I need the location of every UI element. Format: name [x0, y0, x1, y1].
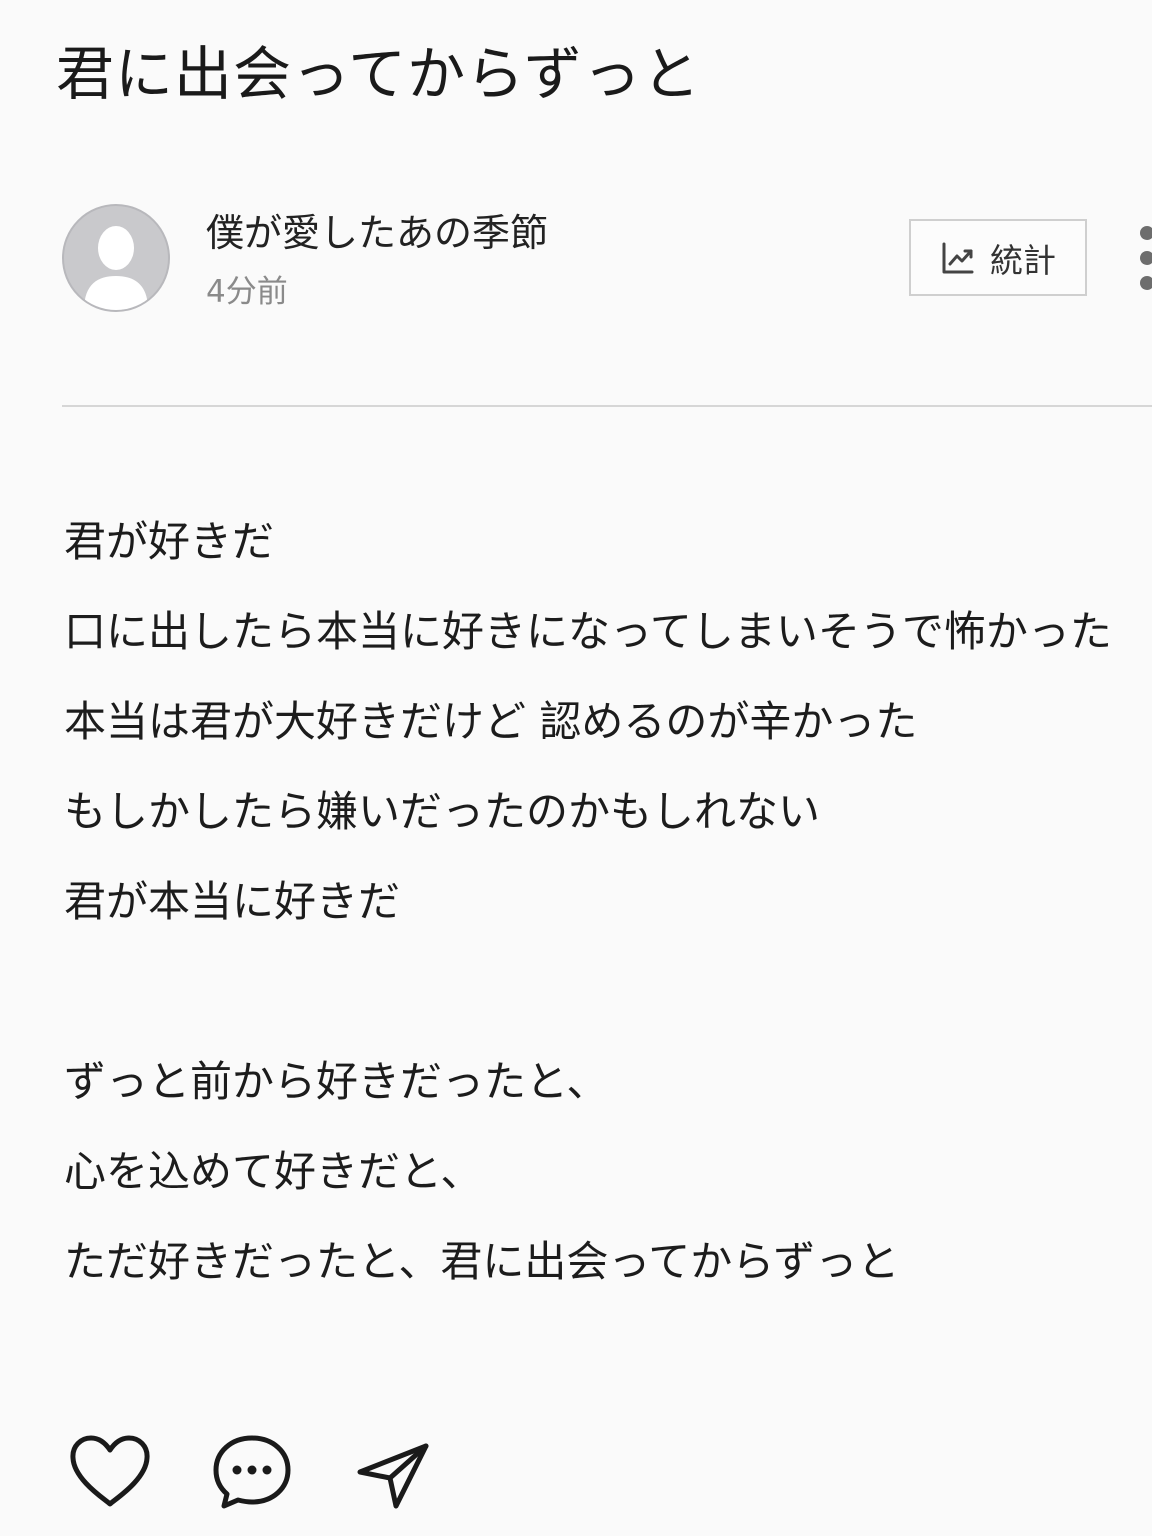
- body-line: ただ好きだったと、君に出会ってからずっと: [64, 1237, 900, 1286]
- body-line: 心を込めて好きだと、: [64, 1147, 483, 1196]
- body-line: 本当は君が大好きだけど 認めるのが辛かった: [64, 697, 918, 746]
- post-action-bar: [0, 1434, 1152, 1514]
- comment-button[interactable]: [212, 1434, 292, 1514]
- body-line: 君が本当に好きだ: [64, 877, 401, 926]
- post-timestamp: 4分前: [206, 274, 288, 310]
- body-line: 口に出したら本当に好きになってしまいそうで怖かった: [64, 607, 1112, 656]
- body-line: もしかしたら嫌いだったのかもしれない: [64, 787, 821, 836]
- share-button[interactable]: [356, 1434, 432, 1514]
- more-options-button[interactable]: [1130, 226, 1152, 290]
- stats-button-label: 統計: [990, 240, 1056, 280]
- author-avatar[interactable]: [62, 204, 170, 312]
- body-line: ずっと前から好きだったと、: [64, 1057, 609, 1106]
- post-title: 君に出会ってからずっと: [56, 40, 701, 108]
- heart-icon: [70, 1435, 150, 1507]
- post-body: 君が好きだ 口に出したら本当に好きになってしまいそうで怖かった 本当は君が大好き…: [64, 497, 1144, 1307]
- body-line: 君が好きだ: [64, 517, 275, 566]
- person-silhouette-icon: [84, 226, 148, 310]
- more-dot: [1140, 251, 1152, 265]
- send-icon: [357, 1443, 429, 1509]
- comment-bubble-icon: [213, 1435, 291, 1509]
- more-dot: [1140, 276, 1152, 290]
- stats-button[interactable]: 統計: [909, 219, 1087, 296]
- trending-up-chart-icon: [942, 242, 974, 273]
- more-dot: [1140, 226, 1152, 240]
- header-divider: [62, 405, 1152, 407]
- body-blank-line: [64, 947, 1144, 1037]
- author-name[interactable]: 僕が愛したあの季節: [206, 206, 548, 260]
- like-button[interactable]: [68, 1434, 152, 1514]
